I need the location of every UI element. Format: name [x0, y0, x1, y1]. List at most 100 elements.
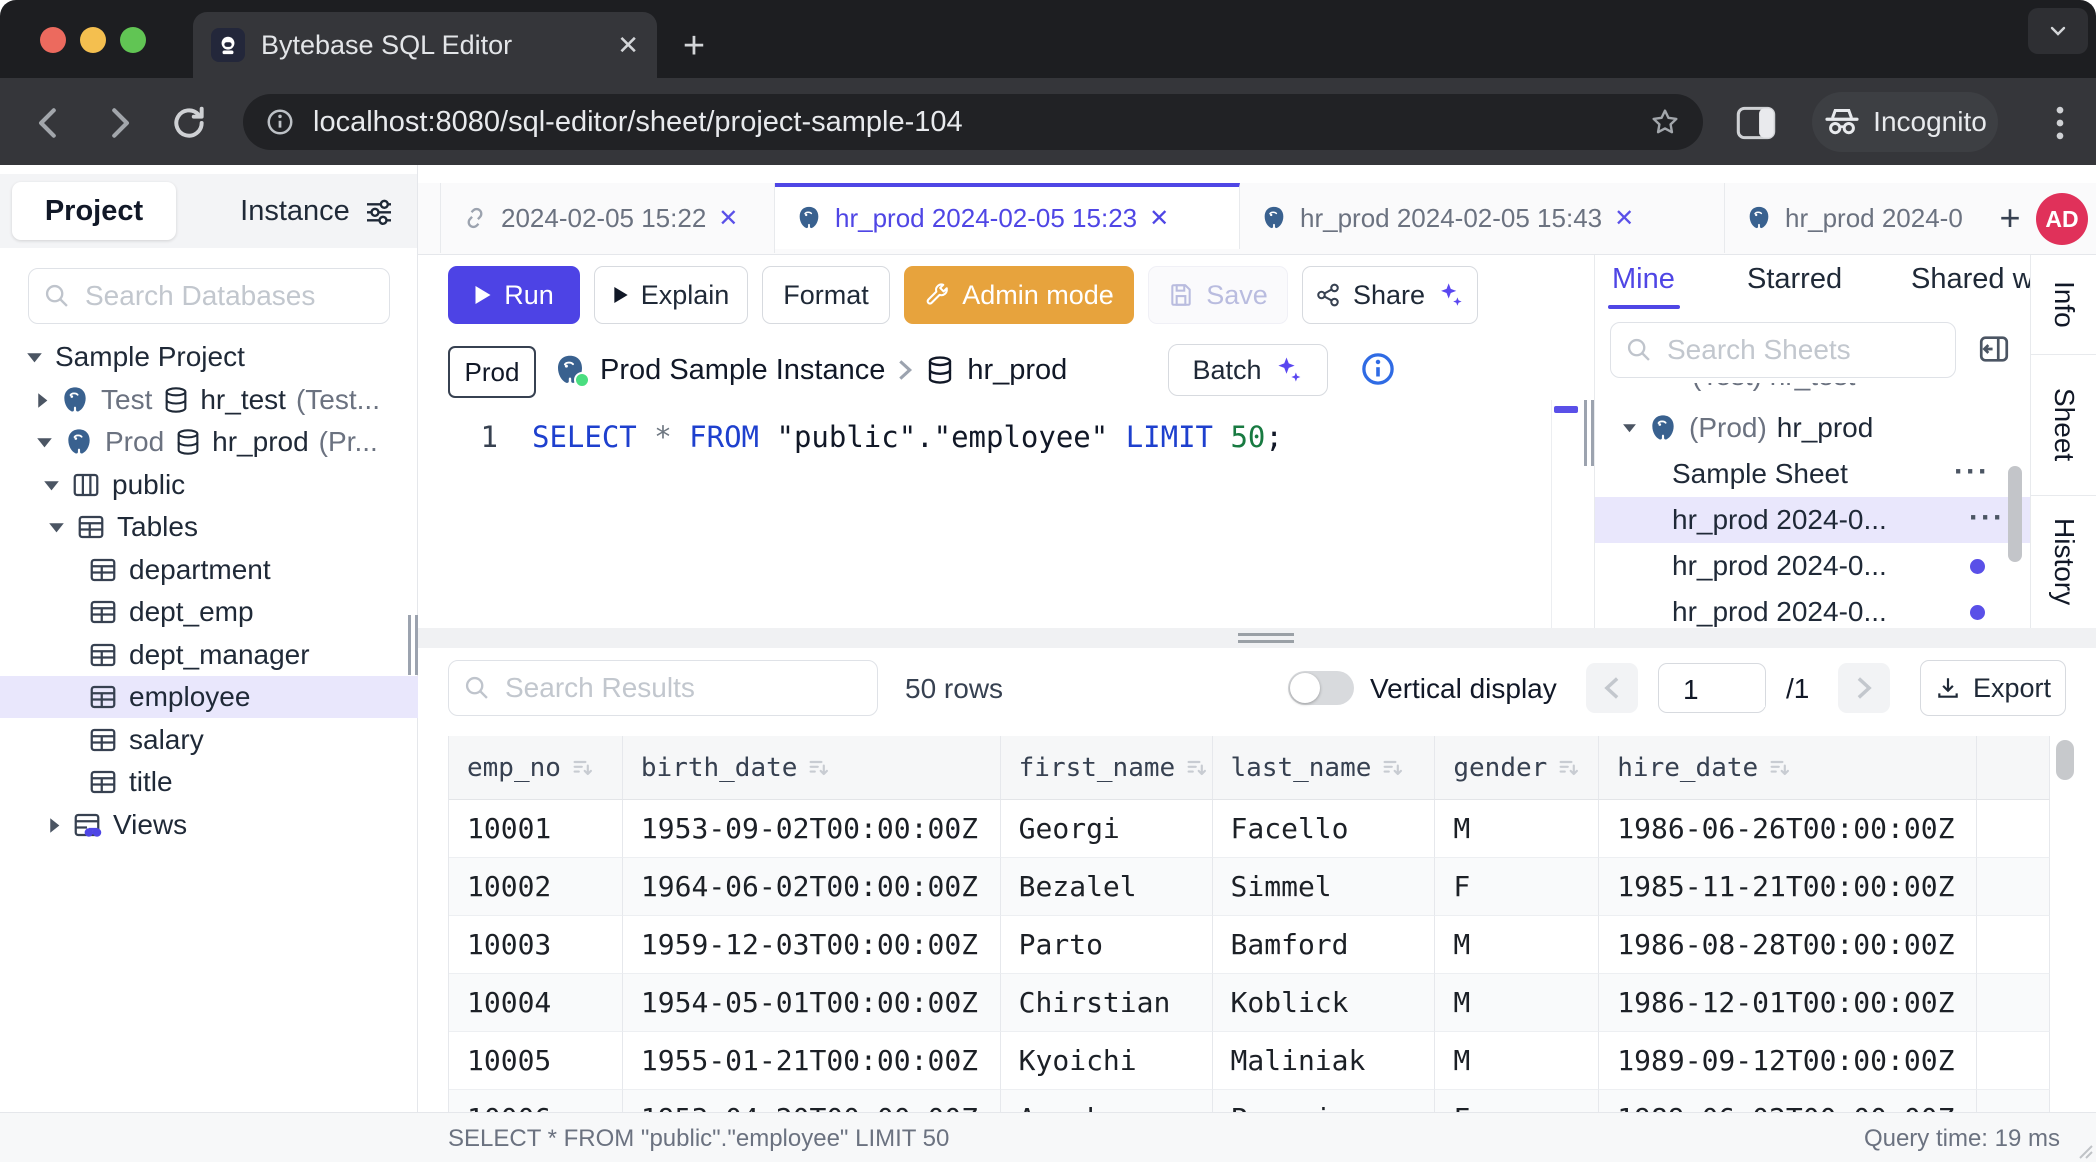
sort-icon[interactable]: [1557, 756, 1581, 780]
close-icon[interactable]: ✕: [1614, 204, 1634, 233]
save-button[interactable]: Save: [1148, 266, 1288, 324]
page-number-field[interactable]: [1658, 663, 1766, 713]
sort-icon[interactable]: [807, 756, 831, 780]
sort-icon[interactable]: [1381, 756, 1405, 780]
database-name[interactable]: hr_prod: [967, 354, 1067, 387]
browser-tab-close-icon[interactable]: ✕: [617, 30, 639, 61]
column-header[interactable]: emp_no: [449, 736, 623, 800]
tree-item-tables-group[interactable]: Tables: [0, 506, 418, 548]
user-avatar[interactable]: AD: [2036, 193, 2088, 245]
batch-button[interactable]: Batch: [1168, 344, 1328, 396]
sheet-menu-icon[interactable]: ···: [1969, 501, 2005, 535]
database-search-input[interactable]: [83, 279, 375, 313]
sheet-search[interactable]: [1610, 322, 1956, 378]
tree-item-table-department[interactable]: department: [0, 549, 418, 591]
tab-shared[interactable]: Shared w: [1911, 263, 2030, 296]
tree-item-project[interactable]: Sample Project: [0, 336, 418, 378]
sidebar-settings-icon[interactable]: [362, 195, 396, 227]
connection-info-icon[interactable]: [1360, 351, 1396, 387]
sidebar-resize-handle[interactable]: [408, 615, 418, 675]
column-header[interactable]: birth_date: [623, 736, 1001, 800]
sheet-item-selected[interactable]: hr_prod 2024-0... ···: [1595, 497, 2030, 543]
tree-item-table-title[interactable]: title: [0, 761, 418, 803]
bookmark-star-icon[interactable]: [1649, 106, 1681, 138]
tree-item-schema-public[interactable]: public: [0, 464, 418, 506]
panel-resize-handle[interactable]: [1584, 400, 1595, 466]
sheet-tab-2-active[interactable]: hr_prod 2024-02-05 15:23 ✕: [775, 183, 1240, 249]
share-button[interactable]: Share: [1302, 266, 1478, 324]
side-tab-sheet[interactable]: Sheet: [2031, 355, 2096, 496]
page-number-input[interactable]: [1681, 673, 1765, 707]
browser-menu-icon[interactable]: [2040, 102, 2080, 144]
side-panel-icon[interactable]: [1736, 106, 1776, 140]
format-button[interactable]: Format: [762, 266, 890, 324]
sort-icon[interactable]: [1768, 756, 1792, 780]
sheet-list-scrollbar[interactable]: [2008, 466, 2022, 562]
results-search[interactable]: [448, 660, 878, 716]
table-scrollbar[interactable]: [2056, 740, 2074, 780]
collapse-panel-icon[interactable]: [1977, 332, 2011, 366]
tree-item-table-employee[interactable]: employee: [0, 676, 418, 718]
sheet-group-partial[interactable]: (Test) hr_test: [1595, 383, 2015, 397]
window-close-button[interactable]: [40, 27, 66, 53]
forward-button[interactable]: [100, 104, 138, 142]
sheet-item[interactable]: Sample Sheet ···: [1595, 451, 2015, 497]
sheet-group-prod[interactable]: (Prod) hr_prod: [1595, 405, 2015, 451]
column-header[interactable]: gender: [1435, 736, 1599, 800]
back-button[interactable]: [30, 104, 68, 142]
admin-mode-button[interactable]: Admin mode: [904, 266, 1134, 324]
address-bar[interactable]: localhost:8080/sql-editor/sheet/project-…: [243, 94, 1703, 150]
browser-tab[interactable]: Bytebase SQL Editor ✕: [193, 12, 657, 78]
run-button[interactable]: Run: [448, 266, 580, 324]
tree-item-table-salary[interactable]: salary: [0, 719, 418, 761]
tab-starred[interactable]: Starred: [1747, 263, 1842, 296]
window-minimize-button[interactable]: [80, 27, 106, 53]
tab-mine[interactable]: Mine: [1612, 263, 1675, 296]
table-row[interactable]: 10003 1959-12-03T00:00:00Z Parto Bamford…: [449, 916, 2050, 974]
close-icon[interactable]: ✕: [1149, 204, 1169, 233]
table-row[interactable]: 10001 1953-09-02T00:00:00Z Georgi Facell…: [449, 800, 2050, 858]
sheet-tab-1[interactable]: 2024-02-05 15:22 ✕: [440, 183, 775, 253]
explain-button[interactable]: Explain: [594, 266, 748, 324]
vertical-display-toggle[interactable]: [1288, 671, 1354, 705]
prev-page-button[interactable]: [1586, 663, 1638, 713]
results-search-input[interactable]: [503, 671, 863, 705]
column-header[interactable]: first_name: [1001, 736, 1213, 800]
sheet-item-partial[interactable]: hr_prod 2024-0...: [1595, 589, 2015, 628]
table-row[interactable]: 10004 1954-05-01T00:00:00Z Chirstian Kob…: [449, 974, 2050, 1032]
column-header[interactable]: hire_date: [1599, 736, 1977, 800]
new-tab-button[interactable]: +: [672, 24, 716, 68]
sql-editor[interactable]: 1 SELECT * FROM "public"."employee" LIMI…: [418, 400, 1551, 628]
sort-icon[interactable]: [1185, 756, 1209, 780]
editor-minimap[interactable]: [1551, 400, 1579, 628]
export-button[interactable]: Export: [1920, 660, 2066, 716]
results-splitter[interactable]: [418, 628, 2096, 648]
database-search[interactable]: [28, 268, 390, 324]
close-icon[interactable]: ✕: [718, 204, 738, 233]
tree-item-env-prod[interactable]: Prod hr_prod (Pr...: [0, 421, 418, 463]
tree-item-views-group[interactable]: Views: [0, 804, 418, 846]
site-info-icon[interactable]: [265, 107, 295, 137]
tab-project[interactable]: Project: [12, 182, 176, 240]
sheet-tab-3[interactable]: hr_prod 2024-02-05 15:43 ✕: [1240, 183, 1725, 253]
table-row[interactable]: 10002 1964-06-02T00:00:00Z Bezalel Simme…: [449, 858, 2050, 916]
tree-item-table-dept-emp[interactable]: dept_emp: [0, 591, 418, 633]
tree-item-env-test[interactable]: Test hr_test (Test...: [0, 379, 418, 421]
tab-search-button[interactable]: [2028, 8, 2088, 54]
next-page-button[interactable]: [1838, 663, 1890, 713]
sheet-tab-4[interactable]: hr_prod 2024-0: [1725, 183, 1987, 253]
table-row-partial[interactable]: 10006 1953-04-20T00:00:00Z Anneke Preusi…: [449, 1090, 2050, 1112]
resize-grip-icon[interactable]: [2074, 1140, 2094, 1160]
window-zoom-button[interactable]: [120, 27, 146, 53]
instance-name[interactable]: Prod Sample Instance: [600, 354, 885, 387]
new-sheet-button[interactable]: +: [1988, 195, 2032, 241]
side-tab-history[interactable]: History: [2031, 496, 2096, 627]
sheet-item[interactable]: hr_prod 2024-0...: [1595, 543, 2015, 589]
sort-icon[interactable]: [571, 756, 595, 780]
side-tab-info[interactable]: Info: [2031, 255, 2096, 355]
column-header[interactable]: last_name: [1213, 736, 1436, 800]
sheet-search-input[interactable]: [1665, 333, 1941, 367]
tree-item-table-dept-manager[interactable]: dept_manager: [0, 634, 418, 676]
table-row[interactable]: 10005 1955-01-21T00:00:00Z Kyoichi Malin…: [449, 1032, 2050, 1090]
sheet-menu-icon[interactable]: ···: [1954, 455, 1990, 489]
